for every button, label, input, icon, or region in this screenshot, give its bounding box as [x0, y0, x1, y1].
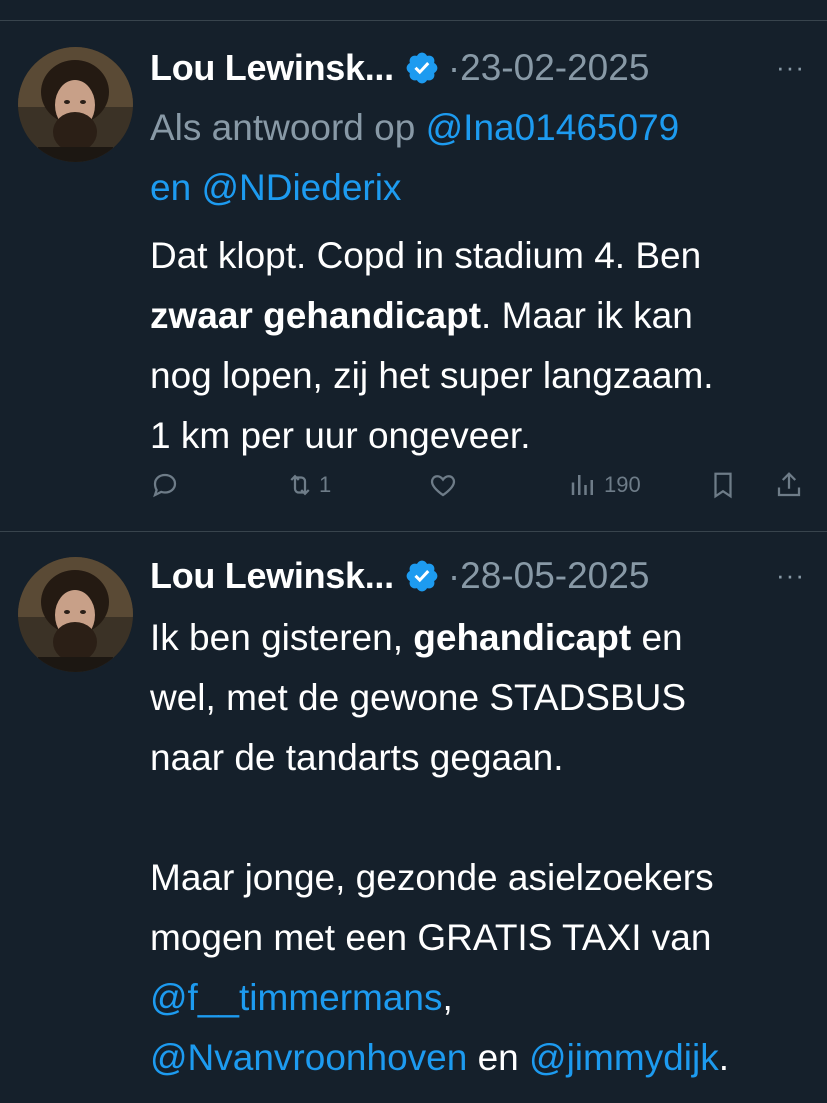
bold-text: gehandicapt: [413, 617, 632, 658]
mention-link[interactable]: @f__timmermans: [150, 977, 443, 1018]
views-count: 190: [604, 472, 641, 497]
mention-link[interactable]: @jimmydijk: [529, 1037, 719, 1078]
views-icon: [571, 475, 593, 495]
tweet-text: Dat klopt. Copd in stadium 4. Ben zwaar …: [150, 235, 714, 456]
verified-badge-icon: [406, 52, 438, 84]
more-options-icon[interactable]: ···: [776, 560, 805, 591]
tweet-text: Ik ben gisteren, gehandicapt en wel, met…: [150, 617, 729, 1078]
more-options-icon[interactable]: ···: [776, 52, 805, 83]
avatar[interactable]: [18, 557, 133, 672]
verified-badge-icon: [406, 560, 438, 592]
tweet-date[interactable]: ·23-02-2025: [448, 47, 650, 89]
mention-link[interactable]: @Nvanvroonhoven: [150, 1037, 467, 1078]
retweet-button[interactable]: 1: [285, 470, 331, 500]
bold-text: zwaar gehandicapt: [150, 295, 482, 336]
author-name[interactable]: Lou Lewinsk...: [150, 47, 394, 89]
share-icon: [777, 472, 801, 497]
reply-prefix: Als antwoord op: [150, 107, 416, 148]
reply-icon: [153, 473, 177, 498]
bookmark-button[interactable]: [708, 470, 738, 500]
author-name[interactable]: Lou Lewinsk...: [150, 555, 394, 597]
like-icon: [430, 475, 456, 497]
action-bar: 1 190: [0, 470, 827, 510]
reply-and: en: [150, 167, 192, 208]
top-divider: [0, 20, 827, 21]
tweet-date[interactable]: ·28-05-2025: [448, 555, 650, 597]
retweet-icon: [290, 474, 310, 496]
bookmark-icon: [714, 472, 732, 499]
tweet-header: Lou Lewinsk... ·23-02-2025 ···: [150, 44, 827, 92]
avatar[interactable]: [18, 47, 133, 162]
tweet-divider: [0, 531, 827, 532]
mention-link[interactable]: @NDiederix: [201, 167, 401, 208]
reply-button[interactable]: [150, 470, 180, 500]
mention-link[interactable]: @Ina01465079: [426, 107, 680, 148]
retweet-count: 1: [319, 472, 332, 497]
share-button[interactable]: [774, 470, 804, 500]
views-button[interactable]: 190: [568, 470, 641, 500]
tweet-header: Lou Lewinsk... ·28-05-2025 ···: [150, 552, 827, 600]
reply-context: Als antwoord op @Ina01465079 en @NDieder…: [150, 98, 787, 218]
like-button[interactable]: [428, 470, 458, 500]
